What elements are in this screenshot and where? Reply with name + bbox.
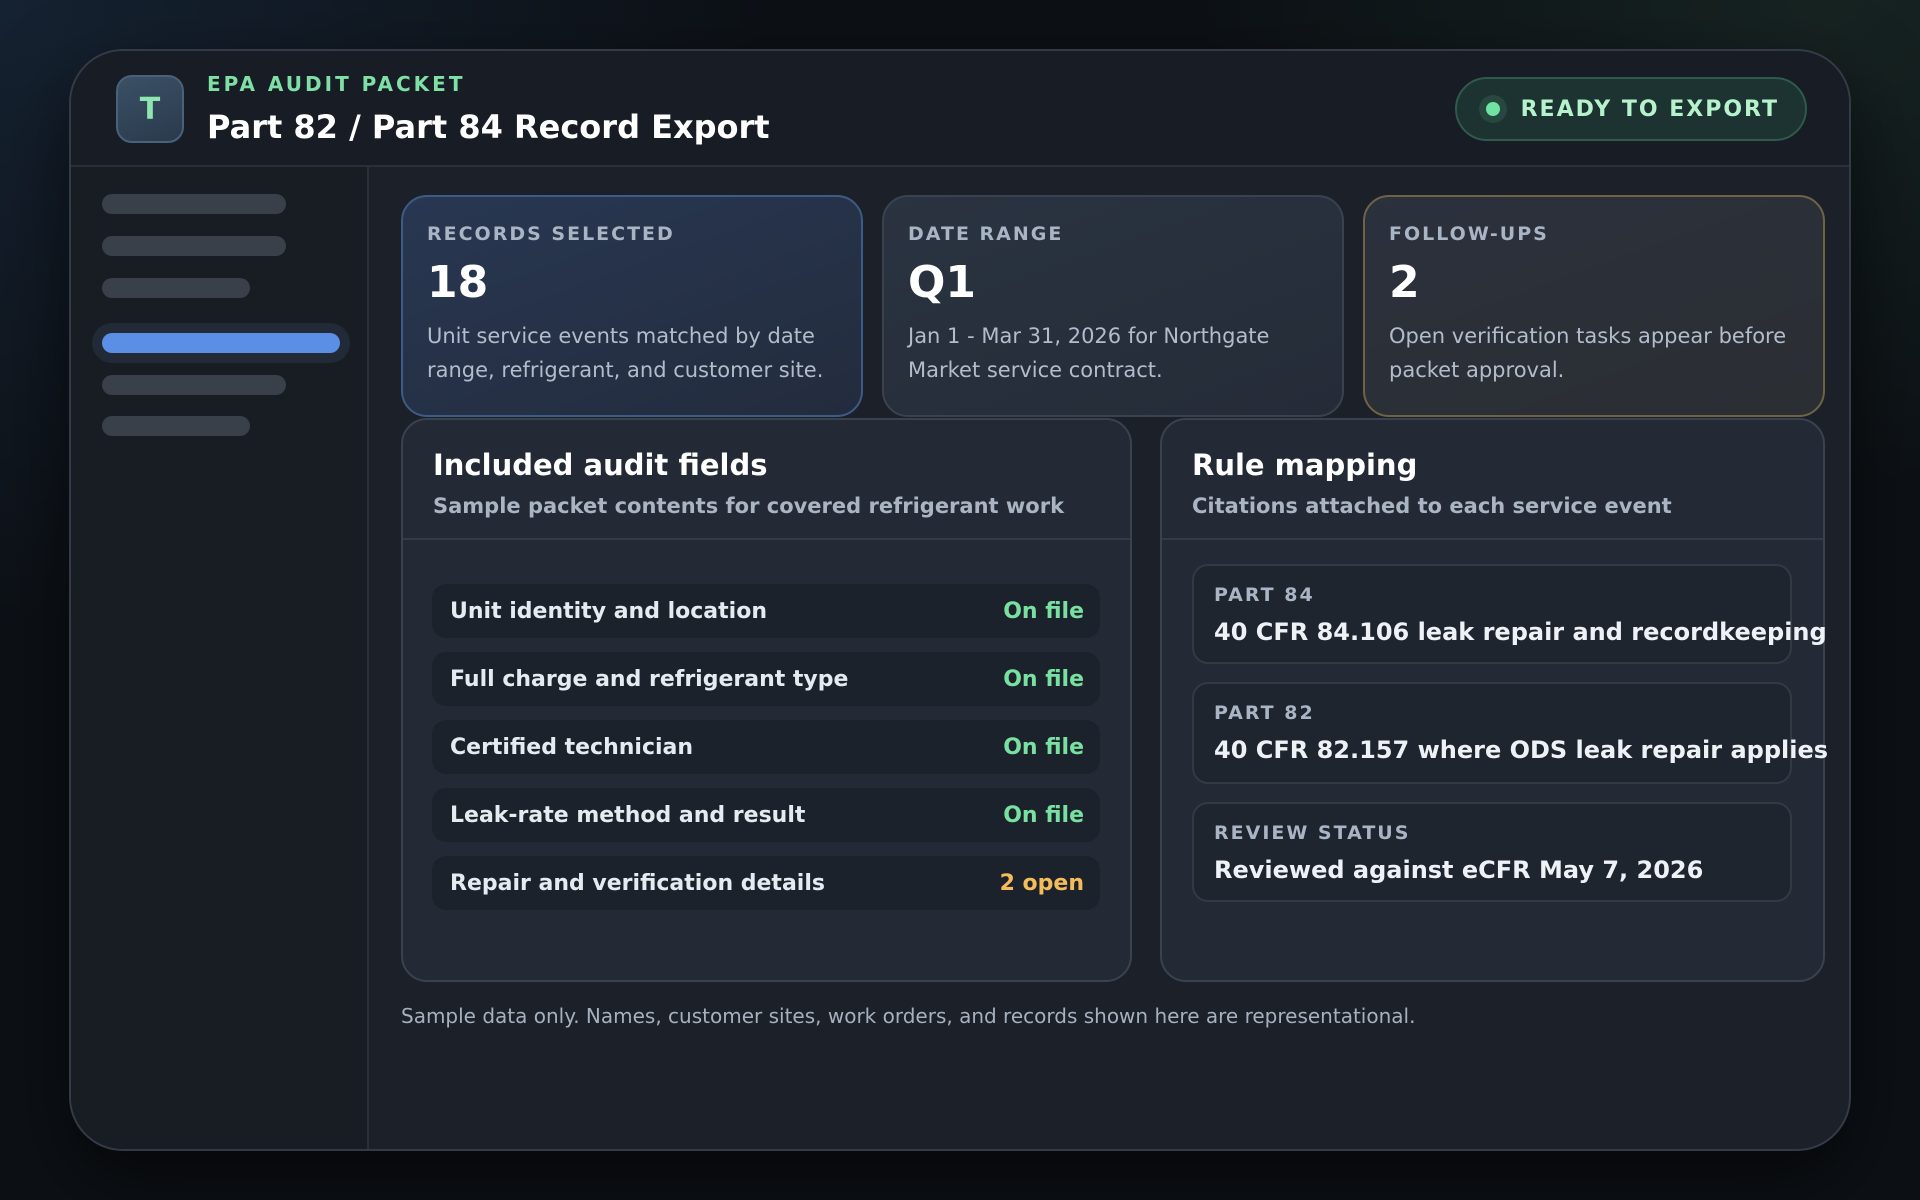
stat-description: Open verification tasks appear before pa… — [1389, 324, 1787, 382]
sidebar-item-5[interactable] — [102, 375, 286, 395]
sidebar-item-4-active[interactable] — [102, 333, 340, 353]
field-row[interactable]: Unit identity and location On file — [432, 584, 1100, 638]
field-name: Leak-rate method and result — [450, 802, 806, 828]
ready-to-export-button[interactable]: READY TO EXPORT — [1454, 77, 1807, 141]
audit-fields-panel: Included audit fields Sample packet cont… — [401, 418, 1132, 982]
divider — [1162, 538, 1823, 540]
rule-label: PART 84 — [1214, 584, 1315, 606]
panel-subtitle: Sample packet contents for covered refri… — [433, 494, 1065, 518]
panel-title: Included audit fields — [433, 448, 768, 482]
field-status: On file — [1003, 666, 1084, 692]
field-row[interactable]: Repair and verification details 2 open — [432, 856, 1100, 910]
sidebar-item-1[interactable] — [102, 194, 286, 214]
status-dot-icon — [1478, 95, 1507, 123]
rule-item-part-84[interactable]: PART 84 40 CFR 84.106 leak repair and re… — [1192, 564, 1827, 664]
field-status: On file — [1003, 598, 1084, 624]
rule-citation: 40 CFR 82.157 where ODS leak repair appl… — [1214, 736, 1829, 764]
stat-label: FOLLOW-UPS — [1389, 223, 1549, 245]
rule-citation: Reviewed against eCFR May 7, 2026 — [1214, 856, 1704, 884]
rule-label: PART 82 — [1214, 702, 1315, 724]
rule-label: REVIEW STATUS — [1214, 822, 1411, 844]
stat-label: RECORDS SELECTED — [427, 223, 675, 245]
field-row[interactable]: Leak-rate method and result On file — [432, 788, 1100, 842]
rule-item-part-82[interactable]: PART 82 40 CFR 82.157 where ODS leak rep… — [1192, 682, 1828, 784]
page-title: Part 82 / Part 84 Record Export — [207, 108, 770, 146]
sidebar-item-3[interactable] — [102, 278, 250, 298]
stat-value: Q1 — [908, 257, 977, 308]
header-eyebrow: EPA AUDIT PACKET — [207, 72, 466, 96]
field-status: On file — [1003, 734, 1084, 760]
stat-label: DATE RANGE — [908, 223, 1064, 245]
field-status: 2 open — [999, 870, 1084, 896]
stat-description: Jan 1 - Mar 31, 2026 for Northgate Marke… — [908, 324, 1270, 382]
divider — [403, 538, 1130, 540]
stat-card-follow-ups[interactable]: FOLLOW-UPS 2 Open verification tasks app… — [1363, 195, 1825, 417]
field-name: Unit identity and location — [450, 598, 767, 624]
rule-item-review-status[interactable]: REVIEW STATUS Reviewed against eCFR May … — [1192, 802, 1792, 902]
field-name: Full charge and refrigerant type — [450, 666, 849, 692]
stat-value: 18 — [427, 257, 489, 308]
header: T EPA AUDIT PACKET Part 82 / Part 84 Rec… — [71, 51, 1849, 167]
field-status: On file — [1003, 802, 1084, 828]
field-row[interactable]: Certified technician On file — [432, 720, 1100, 774]
stat-value: 2 — [1389, 257, 1420, 308]
field-name: Certified technician — [450, 734, 694, 760]
rule-citation: 40 CFR 84.106 leak repair and recordkeep… — [1214, 618, 1827, 646]
panel-title: Rule mapping — [1192, 448, 1418, 482]
sidebar — [71, 167, 369, 1149]
avatar[interactable]: T — [116, 75, 184, 143]
sidebar-item-6[interactable] — [102, 416, 250, 436]
sidebar-item-2[interactable] — [102, 236, 286, 256]
field-name: Repair and verification details — [450, 870, 825, 896]
stat-card-date-range[interactable]: DATE RANGE Q1 Jan 1 - Mar 31, 2026 for N… — [882, 195, 1344, 417]
export-status-label: READY TO EXPORT — [1520, 96, 1779, 122]
app-window: T EPA AUDIT PACKET Part 82 / Part 84 Rec… — [69, 49, 1851, 1151]
stat-card-records-selected[interactable]: RECORDS SELECTED 18 Unit service events … — [401, 195, 863, 417]
field-row[interactable]: Full charge and refrigerant type On file — [432, 652, 1100, 706]
stat-description: Unit service events matched by date rang… — [427, 324, 824, 382]
panel-subtitle: Citations attached to each service event — [1192, 494, 1672, 518]
footnote: Sample data only. Names, customer sites,… — [401, 1004, 1416, 1028]
rule-mapping-panel: Rule mapping Citations attached to each … — [1160, 418, 1828, 982]
